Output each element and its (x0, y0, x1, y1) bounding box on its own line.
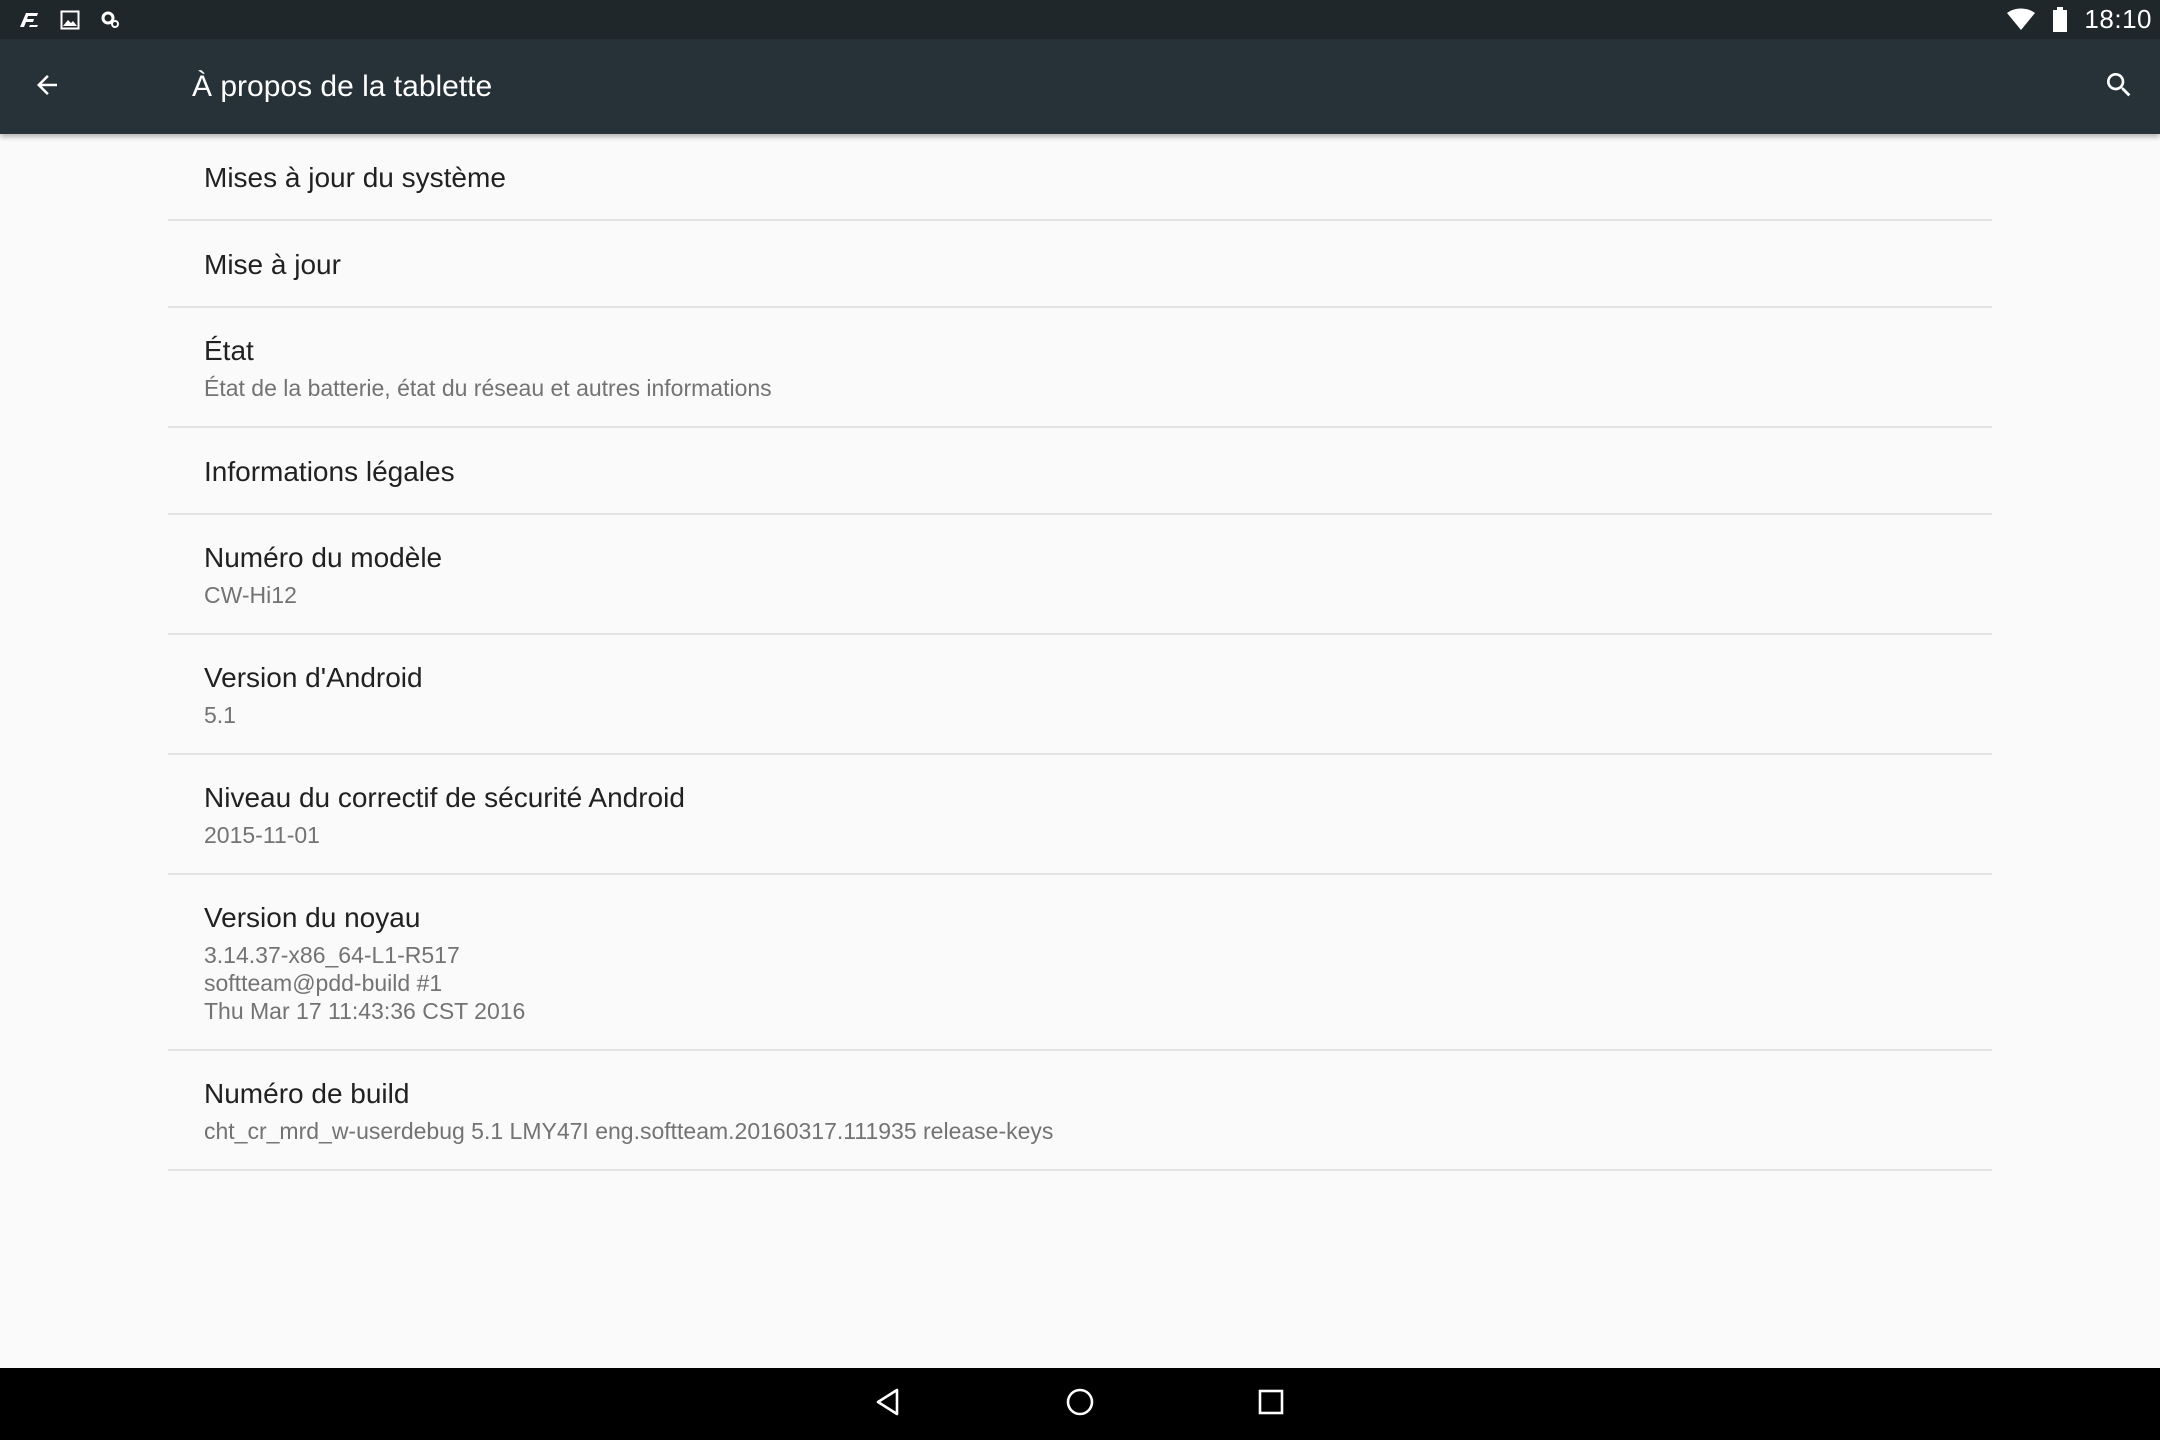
status-system: 18:10 (2006, 0, 2152, 39)
pref-title: Niveau du correctif de sécurité Android (204, 782, 685, 813)
pref-summary: 2015-11-01 (204, 822, 320, 848)
pref-kernel-version[interactable]: Version du noyau 3.14.37-x86_64-L1-R517 … (168, 875, 1992, 1051)
pref-system-updates[interactable]: Mises à jour du système (168, 134, 1992, 221)
app-toolbar: À propos de la tablette (0, 39, 2160, 134)
back-nav-icon (873, 1387, 903, 1422)
recents-nav-icon (1257, 1388, 1285, 1421)
pref-build-number[interactable]: Numéro de build cht_cr_mrd_w-userdebug 5… (168, 1051, 1992, 1171)
image-notification-icon (60, 10, 80, 30)
pref-model-number[interactable]: Numéro du modèle CW-Hi12 (168, 515, 1992, 635)
pref-summary: cht_cr_mrd_w-userdebug 5.1 LMY47I eng.so… (204, 1118, 1054, 1144)
pref-title: Version du noyau (204, 902, 421, 933)
pref-title: Mise à jour (204, 249, 341, 280)
pref-title: État (204, 335, 254, 366)
pref-summary: CW-Hi12 (204, 582, 297, 608)
page-title: À propos de la tablette (192, 70, 493, 103)
pref-title: Numéro de build (204, 1078, 410, 1109)
status-time: 18:10 (2084, 4, 2152, 34)
pref-summary: 5.1 (204, 702, 236, 728)
home-nav-icon (1065, 1387, 1095, 1422)
search-icon (2103, 69, 2135, 106)
status-notifications (18, 0, 120, 39)
pref-title: Numéro du modèle (204, 542, 443, 573)
pref-title: Version d'Android (204, 662, 423, 693)
pref-legal-info[interactable]: Informations légales (168, 428, 1992, 515)
battery-icon (2052, 6, 2068, 33)
pref-title: Informations légales (204, 456, 455, 487)
pref-android-version[interactable]: Version d'Android 5.1 (168, 635, 1992, 755)
settings-notification-icon (100, 10, 120, 30)
pref-status[interactable]: État État de la batterie, état du réseau… (168, 308, 1992, 428)
preference-list: Mises à jour du système Mise à jour État… (168, 134, 1992, 1171)
nav-recents-button[interactable] (1245, 1378, 1297, 1430)
nav-back-button[interactable] (862, 1378, 914, 1430)
app-notification-icon (18, 11, 40, 29)
status-bar: 18:10 (0, 0, 2160, 39)
pref-title: Mises à jour du système (204, 162, 506, 193)
search-button[interactable] (2094, 62, 2144, 112)
nav-home-button[interactable] (1054, 1378, 1106, 1430)
settings-content: Mises à jour du système Mise à jour État… (0, 134, 2160, 1368)
pref-security-patch[interactable]: Niveau du correctif de sécurité Android … (168, 755, 1992, 875)
pref-summary: État de la batterie, état du réseau et a… (204, 375, 772, 401)
pref-update[interactable]: Mise à jour (168, 221, 1992, 308)
navigation-bar (0, 1368, 2160, 1440)
arrow-back-icon (32, 70, 62, 105)
wifi-icon (2006, 8, 2036, 32)
pref-summary: 3.14.37-x86_64-L1-R517 softteam@pdd-buil… (204, 942, 526, 1024)
back-button[interactable] (22, 62, 72, 112)
